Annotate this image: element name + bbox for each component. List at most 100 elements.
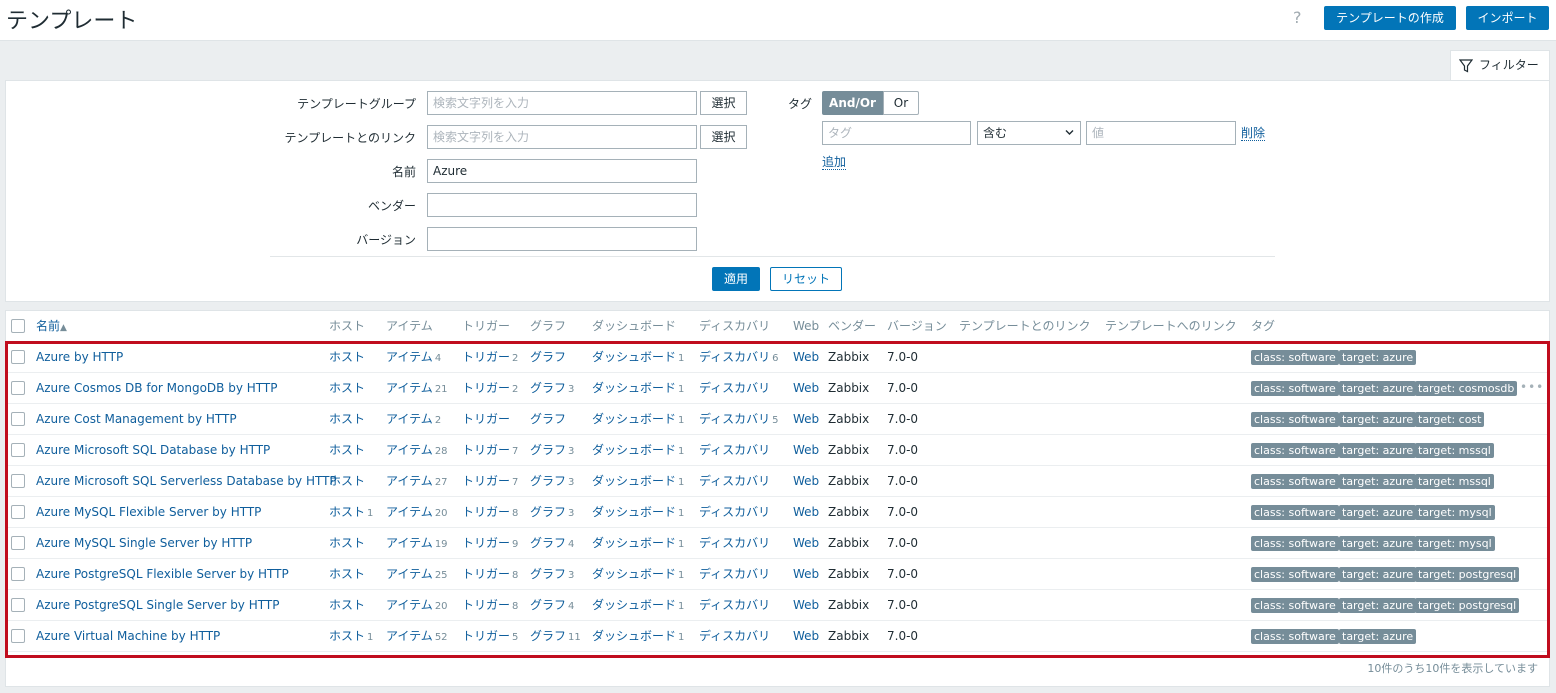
tag-badge[interactable]: target: mssql xyxy=(1415,474,1494,489)
tag-remove-link[interactable]: 削除 xyxy=(1241,126,1266,141)
cell-name-link[interactable]: Azure Virtual Machine by HTTP xyxy=(36,629,220,643)
cell-hosts-link[interactable]: ホスト xyxy=(329,474,365,488)
cell-name[interactable]: Azure Microsoft SQL Database by HTTP xyxy=(36,435,270,465)
tag-badge[interactable]: target: azure xyxy=(1339,598,1417,613)
cell-items[interactable]: アイテム 27 xyxy=(386,466,448,498)
cell-triggers-link[interactable]: トリガー xyxy=(462,536,510,550)
row-checkbox[interactable] xyxy=(11,350,25,364)
tag-name-input[interactable]: タグ xyxy=(822,121,971,145)
cell-triggers-link[interactable]: トリガー xyxy=(462,474,510,488)
cell-name[interactable]: Azure by HTTP xyxy=(36,342,123,372)
row-checkbox[interactable] xyxy=(11,443,25,457)
cell-triggers[interactable]: トリガー 9 xyxy=(462,528,518,560)
cell-graphs[interactable]: グラフ 4 xyxy=(530,590,574,622)
cell-web[interactable]: Web xyxy=(793,373,819,403)
cell-triggers[interactable]: トリガー 8 xyxy=(462,497,518,529)
cell-name[interactable]: Azure MySQL Single Server by HTTP xyxy=(36,528,252,558)
row-checkbox[interactable] xyxy=(11,629,25,643)
row-checkbox[interactable] xyxy=(11,598,25,612)
cell-dashboards[interactable]: ダッシュボード 1 xyxy=(592,559,684,591)
cell-web[interactable]: Web xyxy=(793,621,819,651)
cell-dashboards-link[interactable]: ダッシュボード xyxy=(592,412,676,426)
cell-discovery-link[interactable]: ディスカバリ xyxy=(699,381,770,395)
cell-name-link[interactable]: Azure Cost Management by HTTP xyxy=(36,412,237,426)
cell-graphs[interactable]: グラフ 3 xyxy=(530,435,574,467)
cell-items-link[interactable]: アイテム xyxy=(386,350,433,364)
cell-name[interactable]: Azure PostgreSQL Single Server by HTTP xyxy=(36,590,279,620)
cell-hosts[interactable]: ホスト xyxy=(329,342,367,374)
cell-discovery-link[interactable]: ディスカバリ xyxy=(699,474,770,488)
cell-web[interactable]: Web xyxy=(793,497,819,527)
cell-discovery-link[interactable]: ディスカバリ xyxy=(699,629,770,643)
tag-badge[interactable]: class: software xyxy=(1251,474,1339,489)
cell-triggers[interactable]: トリガー 8 xyxy=(462,559,518,591)
cell-discovery[interactable]: ディスカバリ xyxy=(699,435,772,467)
cell-discovery[interactable]: ディスカバリ xyxy=(699,590,772,622)
cell-hosts[interactable]: ホスト xyxy=(329,466,367,498)
cell-dashboards[interactable]: ダッシュボード 1 xyxy=(592,621,684,653)
template-group-input[interactable]: 検索文字列を入力 xyxy=(427,91,697,115)
tag-badge[interactable]: target: postgresql xyxy=(1415,598,1520,613)
cell-discovery[interactable]: ディスカバリ xyxy=(699,466,772,498)
cell-discovery[interactable]: ディスカバリ 6 xyxy=(699,342,779,374)
row-checkbox[interactable] xyxy=(11,536,25,550)
cell-dashboards-link[interactable]: ダッシュボード xyxy=(592,474,676,488)
cell-items-link[interactable]: アイテム xyxy=(386,598,433,612)
tag-badge[interactable]: target: azure xyxy=(1339,474,1417,489)
cell-triggers[interactable]: トリガー 5 xyxy=(462,621,518,653)
cell-graphs-link[interactable]: グラフ xyxy=(530,443,566,457)
cell-graphs[interactable]: グラフ 3 xyxy=(530,559,574,591)
tag-value-input[interactable]: 値 xyxy=(1086,121,1236,145)
cell-name[interactable]: Azure Cost Management by HTTP xyxy=(36,404,237,434)
cell-triggers[interactable]: トリガー 8 xyxy=(462,590,518,622)
cell-triggers[interactable]: トリガー 7 xyxy=(462,435,518,467)
tag-badge[interactable]: target: mssql xyxy=(1415,443,1494,458)
tag-badge[interactable]: class: software xyxy=(1251,505,1339,520)
row-checkbox[interactable] xyxy=(11,474,25,488)
cell-triggers[interactable]: トリガー 7 xyxy=(462,466,518,498)
cell-discovery-link[interactable]: ディスカバリ xyxy=(699,536,770,550)
tag-badge[interactable]: class: software xyxy=(1251,443,1339,458)
tag-badge[interactable]: target: mysql xyxy=(1415,536,1495,551)
cell-discovery-link[interactable]: ディスカバリ xyxy=(699,412,770,426)
cell-name-link[interactable]: Azure PostgreSQL Single Server by HTTP xyxy=(36,598,279,612)
cell-graphs-link[interactable]: グラフ xyxy=(530,598,566,612)
cell-discovery[interactable]: ディスカバリ xyxy=(699,559,772,591)
cell-graphs[interactable]: グラフ 3 xyxy=(530,466,574,498)
cell-items-link[interactable]: アイテム xyxy=(386,443,433,457)
cell-dashboards[interactable]: ダッシュボード 1 xyxy=(592,435,684,467)
cell-web[interactable]: Web xyxy=(793,342,819,372)
name-input[interactable]: Azure xyxy=(427,159,697,183)
tag-badge[interactable]: target: azure xyxy=(1339,412,1417,427)
tag-badge[interactable]: target: cost xyxy=(1415,412,1485,427)
cell-triggers-link[interactable]: トリガー xyxy=(462,443,510,457)
cell-dashboards[interactable]: ダッシュボード 1 xyxy=(592,466,684,498)
cell-items-link[interactable]: アイテム xyxy=(386,474,433,488)
cell-dashboards-link[interactable]: ダッシュボード xyxy=(592,381,676,395)
tag-badge[interactable]: class: software xyxy=(1251,536,1339,551)
cell-name-link[interactable]: Azure Microsoft SQL Database by HTTP xyxy=(36,443,270,457)
tag-badge[interactable]: class: software xyxy=(1251,629,1339,644)
cell-triggers-link[interactable]: トリガー xyxy=(462,412,510,426)
cell-name[interactable]: Azure Microsoft SQL Serverless Database … xyxy=(36,466,337,496)
cell-items-link[interactable]: アイテム xyxy=(386,412,433,426)
tags-and-or-toggle[interactable]: And/Or xyxy=(822,91,883,115)
cell-dashboards[interactable]: ダッシュボード 1 xyxy=(592,528,684,560)
cell-name[interactable]: Azure MySQL Flexible Server by HTTP xyxy=(36,497,261,527)
cell-dashboards[interactable]: ダッシュボード 1 xyxy=(592,404,684,436)
cell-items[interactable]: アイテム 25 xyxy=(386,559,448,591)
cell-graphs[interactable]: グラフ 11 xyxy=(530,621,581,653)
cell-items[interactable]: アイテム 20 xyxy=(386,590,448,622)
linked-templates-select-button[interactable]: 選択 xyxy=(700,125,747,149)
cell-items[interactable]: アイテム 52 xyxy=(386,621,448,653)
cell-name[interactable]: Azure Cosmos DB for MongoDB by HTTP xyxy=(36,373,277,403)
create-template-button[interactable]: テンプレートの作成 xyxy=(1324,6,1456,30)
cell-discovery[interactable]: ディスカバリ xyxy=(699,497,772,529)
cell-items-link[interactable]: アイテム xyxy=(386,505,433,519)
tag-badge[interactable]: target: azure xyxy=(1339,443,1417,458)
cell-discovery-link[interactable]: ディスカバリ xyxy=(699,505,770,519)
cell-triggers[interactable]: トリガー xyxy=(462,404,512,436)
tag-add-link[interactable]: 追加 xyxy=(822,155,847,170)
cell-name-link[interactable]: Azure Cosmos DB for MongoDB by HTTP xyxy=(36,381,277,395)
cell-graphs-link[interactable]: グラフ xyxy=(530,412,566,426)
